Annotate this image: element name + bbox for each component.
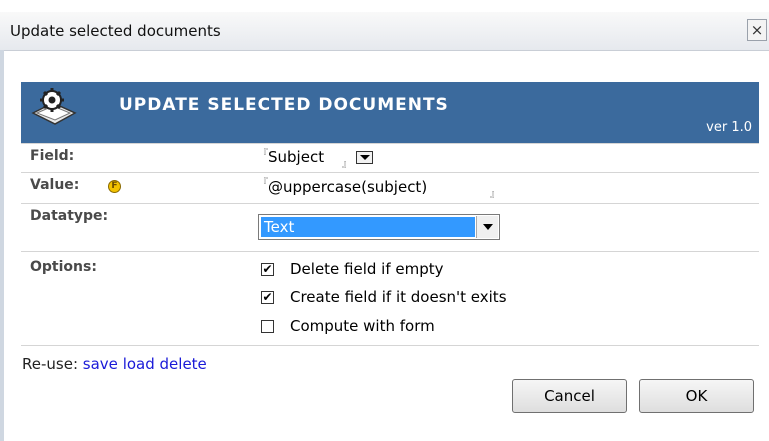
field-name-input[interactable]: Subject (268, 148, 324, 166)
option-label: Delete field if empty (290, 260, 444, 278)
divider (21, 345, 759, 346)
value-end-marker: 』 (490, 189, 500, 200)
value-start-marker: 『 (258, 178, 268, 189)
load-link[interactable]: load (123, 355, 155, 373)
datatype-label: Datatype: (30, 208, 109, 224)
divider (21, 143, 759, 144)
field-label: Field: (30, 148, 75, 164)
window-left-edge (0, 50, 4, 441)
checkbox[interactable]: ✔ (261, 263, 274, 276)
field-end-marker: 』 (342, 159, 352, 170)
gear-document-icon (31, 88, 77, 125)
close-icon[interactable]: × (747, 19, 767, 41)
datatype-selected-value: Text (261, 217, 475, 237)
header-banner: UPDATE SELECTED DOCUMENTS ver 1.0 (21, 82, 759, 143)
value-label: Value: (30, 177, 80, 193)
option-label: Compute with form (290, 317, 435, 335)
delete-link[interactable]: delete (160, 355, 207, 373)
chevron-down-icon[interactable] (476, 216, 498, 238)
window-title: Update selected documents (10, 22, 221, 40)
field-start-marker: 『 (258, 149, 268, 160)
divider (21, 203, 759, 204)
banner-title: UPDATE SELECTED DOCUMENTS (119, 95, 449, 115)
reuse-section: Re-use: save load delete (22, 355, 207, 373)
datatype-select[interactable]: Text (258, 214, 500, 240)
divider (21, 251, 759, 252)
options-label: Options: (30, 259, 97, 275)
divider (21, 172, 759, 173)
option-label: Create field if it doesn't exits (290, 288, 507, 306)
checkbox[interactable]: ✔ (261, 291, 274, 304)
save-link[interactable]: save (83, 355, 118, 373)
reuse-label: Re-use: (22, 355, 78, 373)
window-titlebar: Update selected documents × (0, 12, 769, 51)
ok-button[interactable]: OK (639, 379, 754, 413)
value-formula-input[interactable]: @uppercase(subject) (268, 178, 427, 196)
version-label: ver 1.0 (706, 120, 752, 135)
cancel-button[interactable]: Cancel (512, 379, 627, 413)
formula-icon: F (108, 180, 121, 193)
checkbox[interactable] (261, 320, 274, 333)
field-dropdown-button[interactable] (356, 151, 373, 164)
